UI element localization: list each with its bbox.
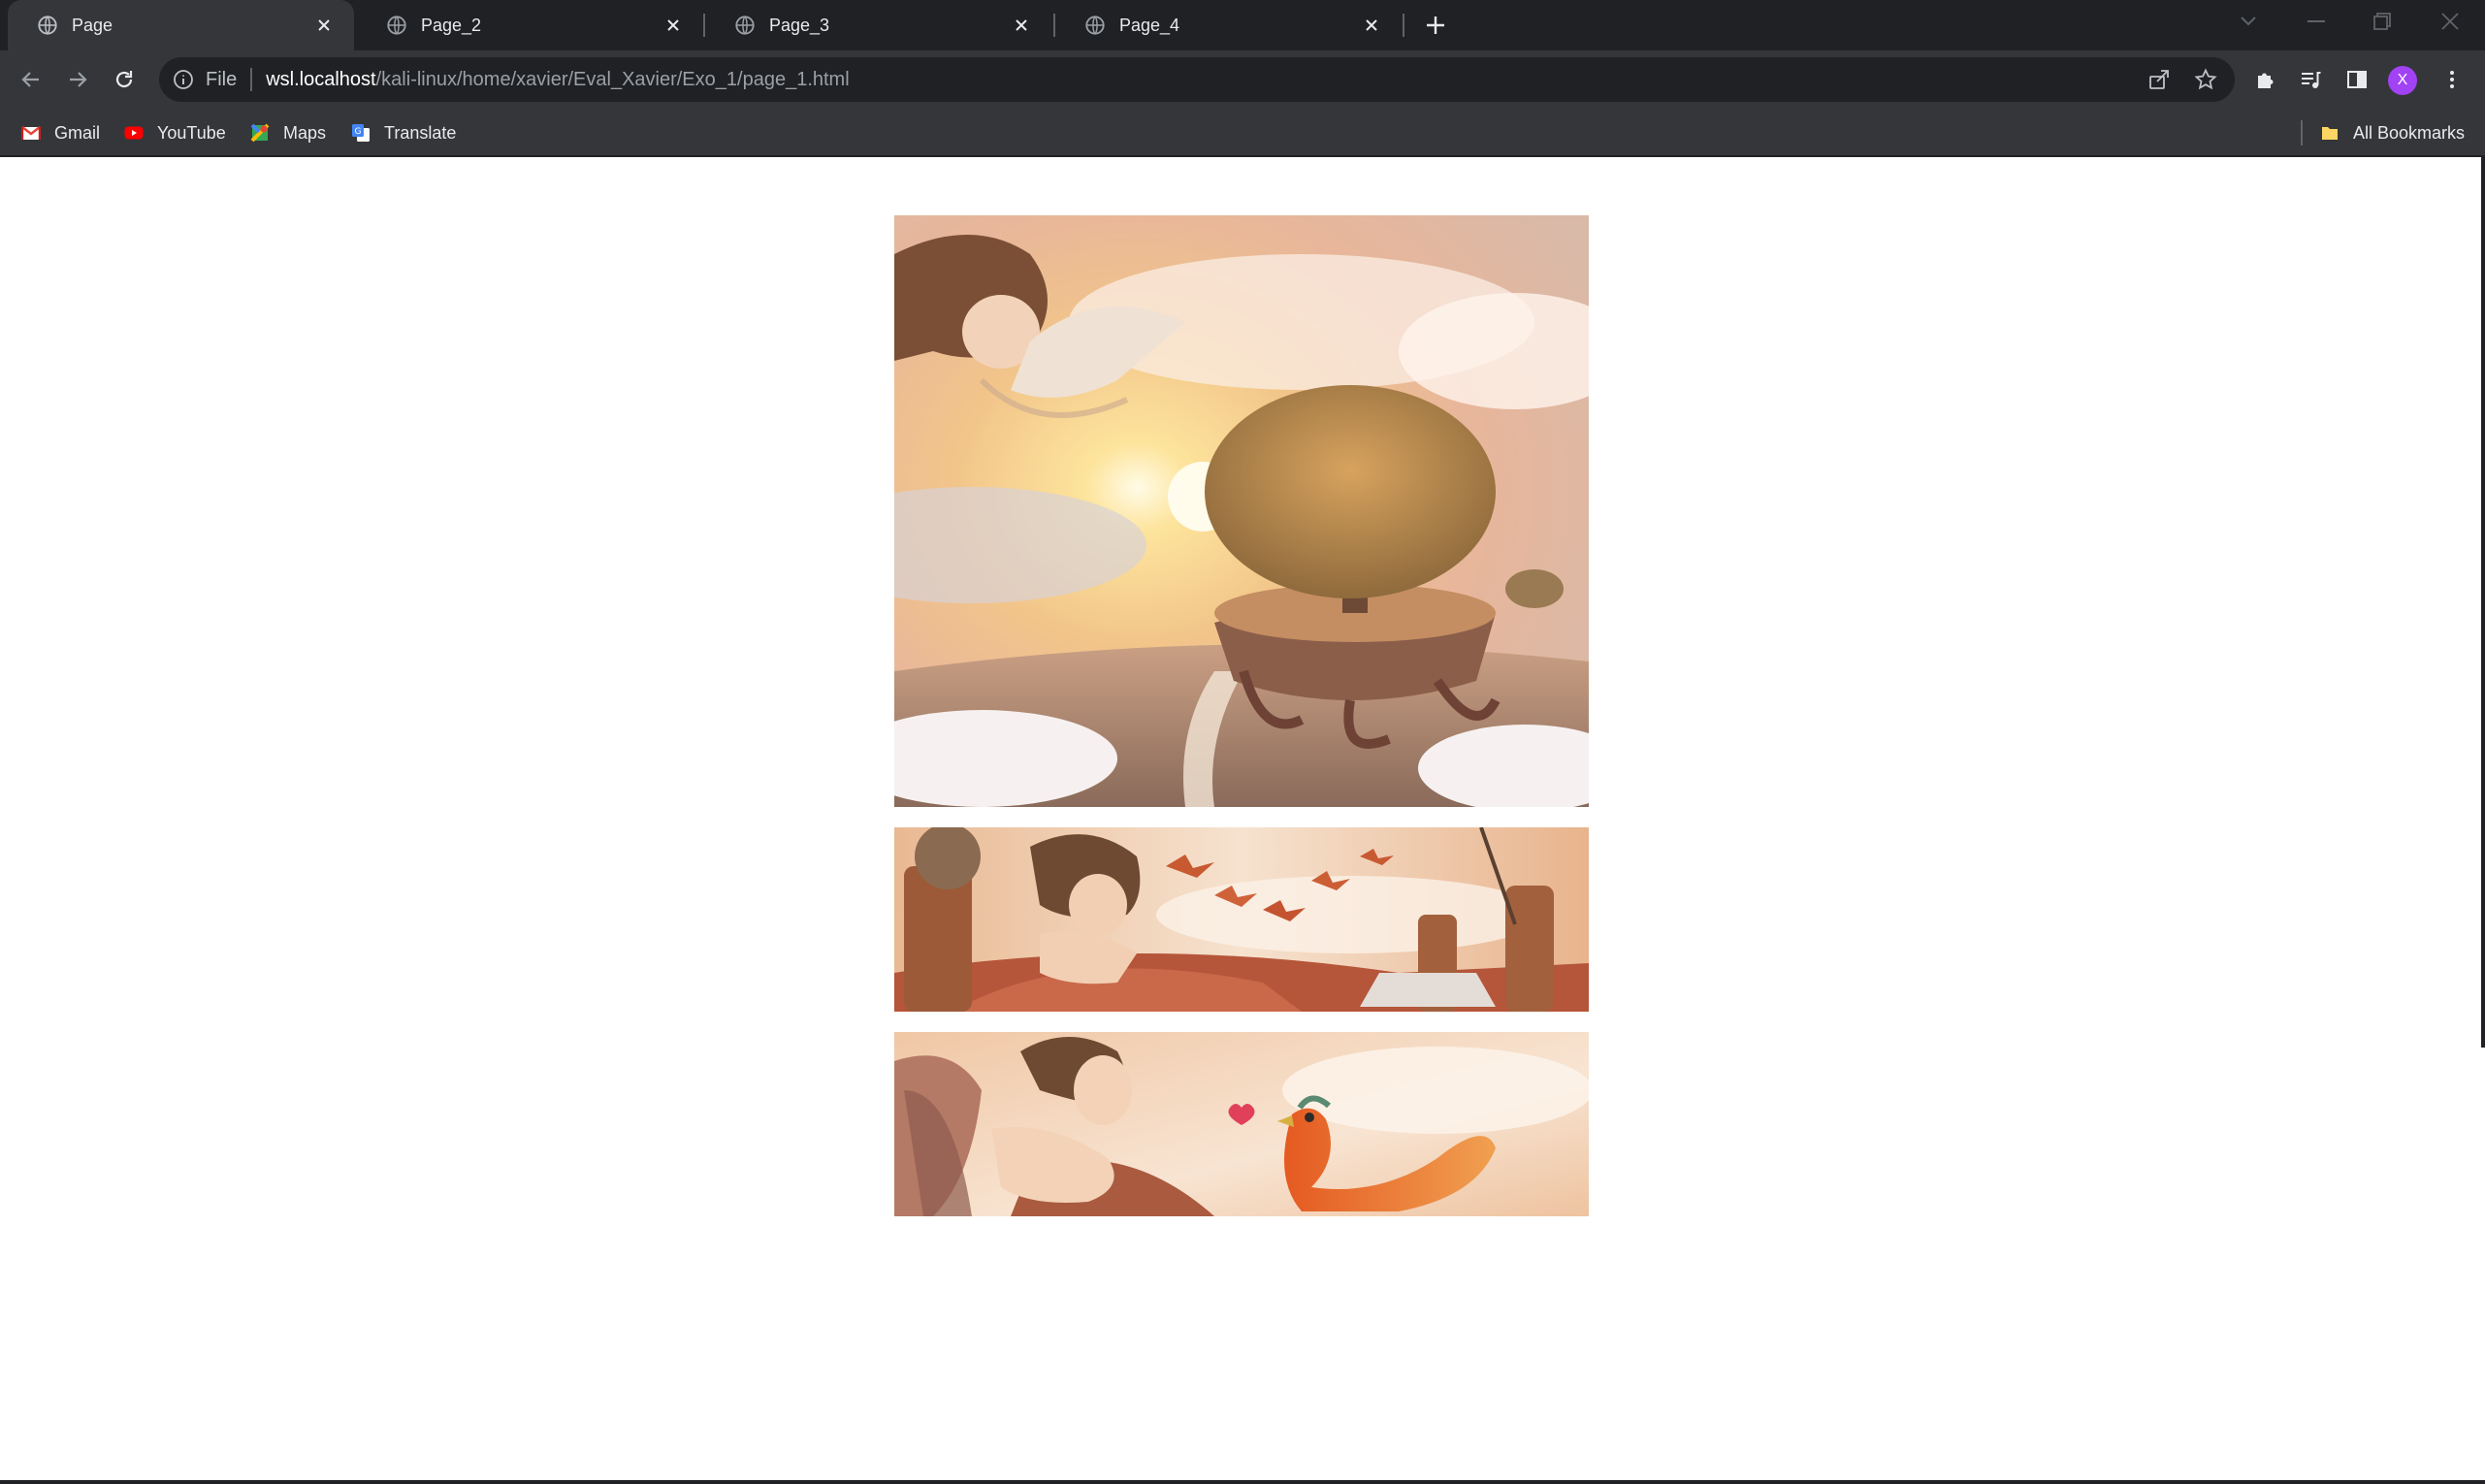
url-path: /kali-linux/home/xavier/Eval_Xavier/Exo_… (375, 68, 850, 90)
scrollbar[interactable] (2481, 157, 2485, 1048)
bookmark-label: Maps (283, 122, 327, 143)
illustration-image (894, 1032, 1589, 1216)
tab-page-3[interactable]: Page_3 (705, 0, 1051, 50)
chevron-down-icon (2241, 16, 2256, 26)
media-control-button[interactable] (2293, 62, 2328, 97)
url-host: wsl.localhost (266, 68, 376, 90)
globe-icon (38, 16, 57, 35)
bookmark-label: Translate (384, 122, 457, 143)
reload-button[interactable] (107, 62, 142, 97)
toolbar: File wsl.localhost/kali-linux/home/xavie… (0, 50, 2485, 109)
star-icon (2194, 68, 2217, 90)
playlist-icon (2302, 72, 2321, 88)
bookmarks-bar: Gmail YouTube Maps G Translate All Bookm… (0, 109, 2485, 157)
sky-island-tree-illustration (894, 215, 1589, 807)
minimize-button[interactable] (2285, 0, 2347, 43)
tab-title: Page_2 (421, 15, 482, 35)
all-bookmarks-label: All Bookmarks (2353, 122, 2466, 143)
bookmark-translate[interactable]: G Translate (351, 118, 456, 147)
close-tab-icon[interactable] (311, 13, 337, 38)
tab-separator (1403, 14, 1404, 37)
bookmark-label: Gmail (54, 122, 101, 143)
bookmark-label: YouTube (157, 122, 226, 143)
globe-icon (387, 16, 406, 35)
all-bookmarks-button[interactable]: All Bookmarks (2320, 118, 2465, 147)
tab-title: Page_3 (769, 15, 830, 35)
share-button[interactable] (2142, 62, 2177, 97)
close-window-button[interactable] (2419, 0, 2481, 43)
bookmark-maps[interactable]: Maps (250, 118, 326, 147)
girl-on-flying-bed-illustration (894, 827, 1589, 1012)
folder-icon (2322, 127, 2338, 140)
info-icon[interactable] (173, 69, 194, 90)
bookmark-star-button[interactable] (2188, 62, 2223, 97)
window-bottom-edge (0, 1480, 2485, 1484)
globe-icon (1085, 16, 1105, 35)
restore-button[interactable] (2351, 0, 2413, 43)
youtube-icon (124, 126, 144, 140)
gmail-icon (21, 126, 41, 140)
back-button[interactable] (14, 62, 48, 97)
side-panel-icon (2347, 71, 2367, 88)
translate-icon: G (352, 124, 370, 142)
tab-strip: Page Page_2 Page_3 Page_4 (0, 0, 2485, 50)
kebab-menu-icon (2450, 71, 2454, 88)
close-tab-icon[interactable] (1359, 13, 1384, 38)
maps-icon (250, 123, 270, 143)
illustration-image (894, 827, 1589, 1012)
bookmark-youtube[interactable]: YouTube (124, 118, 226, 147)
extensions-button[interactable] (2248, 62, 2283, 97)
menu-button[interactable] (2435, 62, 2469, 97)
reload-icon (115, 71, 133, 88)
close-tab-icon[interactable] (1009, 13, 1034, 38)
close-icon (2441, 13, 2459, 30)
tab-search-button[interactable] (2217, 0, 2279, 43)
plus-icon (1427, 16, 1444, 34)
tab-page-4[interactable]: Page_4 (1055, 0, 1402, 50)
arrow-right-icon (70, 72, 87, 87)
tab-page-1[interactable]: Page (8, 0, 354, 50)
illustration-image (894, 215, 1589, 807)
close-tab-icon[interactable] (661, 13, 686, 38)
arrow-left-icon (21, 72, 39, 87)
svg-text:G: G (355, 127, 362, 137)
tab-page-2[interactable]: Page_2 (357, 0, 703, 50)
omnibox-divider (250, 68, 253, 91)
bookmark-gmail[interactable]: Gmail (21, 118, 100, 147)
puzzle-icon (2258, 73, 2274, 88)
restore-icon (2373, 13, 2391, 30)
forward-button[interactable] (60, 62, 95, 97)
minimize-icon (2308, 20, 2325, 22)
share-icon (2149, 70, 2169, 89)
side-panel-button[interactable] (2340, 62, 2374, 97)
scheme-label: File (206, 68, 238, 90)
address-bar[interactable]: File wsl.localhost/kali-linux/home/xavie… (159, 57, 2235, 102)
new-tab-button[interactable] (1420, 10, 1451, 41)
tab-title: Page (72, 15, 113, 35)
bookmarks-divider (2301, 120, 2303, 145)
tab-title: Page_4 (1119, 15, 1180, 35)
globe-icon (735, 16, 755, 35)
profile-avatar[interactable]: X (2388, 66, 2417, 95)
girl-and-bird-illustration (894, 1032, 1589, 1216)
